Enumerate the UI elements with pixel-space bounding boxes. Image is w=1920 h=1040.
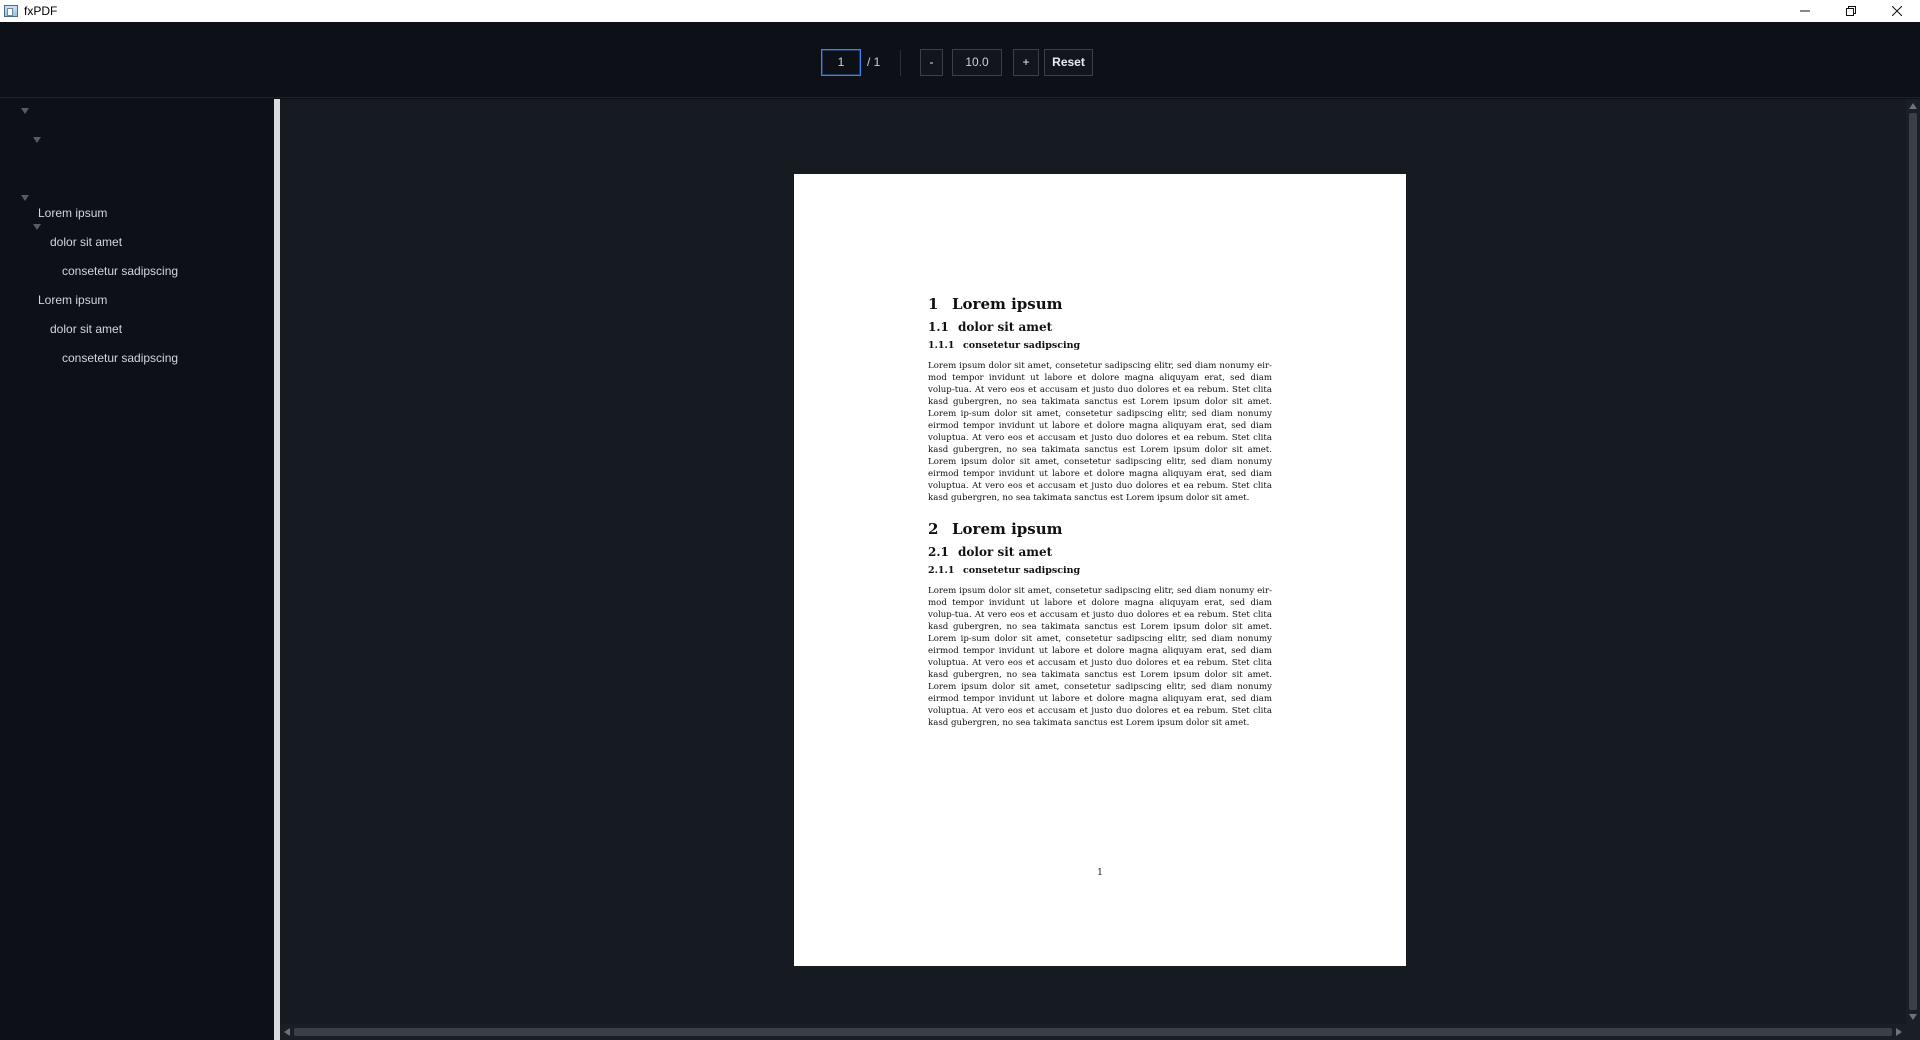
- outline-panel: Lorem ipsum dolor sit amet consetetur sa…: [0, 99, 274, 1040]
- outline-item-label: dolor sit amet: [50, 235, 123, 249]
- scroll-up-icon[interactable]: [1909, 103, 1917, 109]
- scroll-left-icon[interactable]: [284, 1028, 290, 1036]
- subsection-heading: 1.1 dolor sit amet: [928, 320, 1052, 334]
- reset-button[interactable]: Reset: [1044, 48, 1093, 76]
- outline-item-label: Lorem ipsum: [38, 206, 108, 220]
- title-bar: fxPDF: [0, 0, 1920, 22]
- zoom-out-button[interactable]: -: [920, 48, 943, 76]
- restore-icon: [1846, 6, 1856, 16]
- horizontal-scrollbar[interactable]: [280, 1024, 1906, 1040]
- subsubsection-heading: 2.1.1 consetetur sadipscing: [928, 565, 1080, 576]
- outline-item[interactable]: Lorem ipsum: [38, 202, 107, 224]
- window-controls: [1782, 0, 1920, 22]
- outline-item[interactable]: dolor sit amet: [50, 318, 122, 340]
- vertical-scroll-thumb[interactable]: [1909, 113, 1917, 1010]
- subsection-heading: 2.1 dolor sit amet: [928, 545, 1052, 559]
- outline-item-label: dolor sit amet: [50, 322, 123, 336]
- page-number: 1: [1097, 868, 1103, 878]
- section-title: Lorem ipsum: [952, 520, 1063, 538]
- page-total-label: / 1: [867, 55, 881, 69]
- scrollbar-corner: [1906, 1024, 1920, 1040]
- paragraph: Lorem ipsum dolor sit amet, consetetur s…: [928, 361, 1272, 503]
- section-number: 1: [928, 295, 939, 313]
- outline-item[interactable]: consetetur sadipscing: [62, 347, 178, 369]
- subsubsection-number: 1.1.1: [928, 340, 955, 351]
- minimize-icon: [1800, 10, 1810, 12]
- section-number: 2: [928, 520, 939, 538]
- minimize-button[interactable]: [1782, 0, 1828, 22]
- vertical-scrollbar[interactable]: [1906, 99, 1920, 1024]
- expand-arrow-icon[interactable]: [21, 195, 29, 201]
- zoom-controls: - 10.0 + Reset: [920, 48, 1093, 76]
- zoom-in-button[interactable]: +: [1013, 48, 1039, 76]
- expand-arrow-icon[interactable]: [33, 137, 41, 143]
- subsection-number: 2.1: [928, 545, 949, 559]
- outline-item-label: consetetur sadipscing: [62, 264, 179, 278]
- close-icon: [1892, 6, 1902, 16]
- subsubsection-heading: 1.1.1 consetetur sadipscing: [928, 340, 1080, 351]
- horizontal-scroll-thumb[interactable]: [294, 1028, 1892, 1036]
- outline-item-label: Lorem ipsum: [38, 293, 108, 307]
- subsubsection-title: consetetur sadipscing: [963, 340, 1081, 351]
- subsection-number: 1.1: [928, 320, 949, 334]
- section-heading: 1 Lorem ipsum: [928, 295, 1063, 313]
- pdf-page: 1 Lorem ipsum 1.1 dolor sit amet 1.1.1 cons…: [794, 174, 1406, 966]
- page-navigation: 1 / 1: [821, 48, 880, 76]
- zoom-input[interactable]: 10.0: [952, 48, 1002, 76]
- window-title: fxPDF: [24, 4, 58, 18]
- scroll-down-icon[interactable]: [1909, 1014, 1917, 1020]
- scroll-right-icon[interactable]: [1896, 1028, 1902, 1036]
- outline-item[interactable]: Lorem ipsum: [38, 289, 107, 311]
- expand-arrow-icon[interactable]: [21, 108, 29, 114]
- expand-arrow-icon[interactable]: [33, 224, 41, 230]
- section-heading: 2 Lorem ipsum: [928, 520, 1063, 538]
- close-button[interactable]: [1874, 0, 1920, 22]
- subsection-title: dolor sit amet: [958, 320, 1053, 334]
- page-number-input[interactable]: 1: [821, 48, 861, 76]
- outline-item[interactable]: consetetur sadipscing: [62, 260, 178, 282]
- section-title: Lorem ipsum: [952, 295, 1063, 313]
- subsection-title: dolor sit amet: [958, 545, 1053, 559]
- restore-button[interactable]: [1828, 0, 1874, 22]
- outline-item-label: consetetur sadipscing: [62, 351, 179, 365]
- subsubsection-title: consetetur sadipscing: [963, 565, 1081, 576]
- paragraph: Lorem ipsum dolor sit amet, consetetur s…: [928, 586, 1272, 728]
- subsubsection-number: 2.1.1: [928, 565, 955, 576]
- app-icon: [4, 5, 18, 17]
- outline-item[interactable]: dolor sit amet: [50, 231, 122, 253]
- toolbar: 1 / 1 - 10.0 + Reset: [0, 22, 1920, 98]
- toolbar-separator: [900, 50, 901, 76]
